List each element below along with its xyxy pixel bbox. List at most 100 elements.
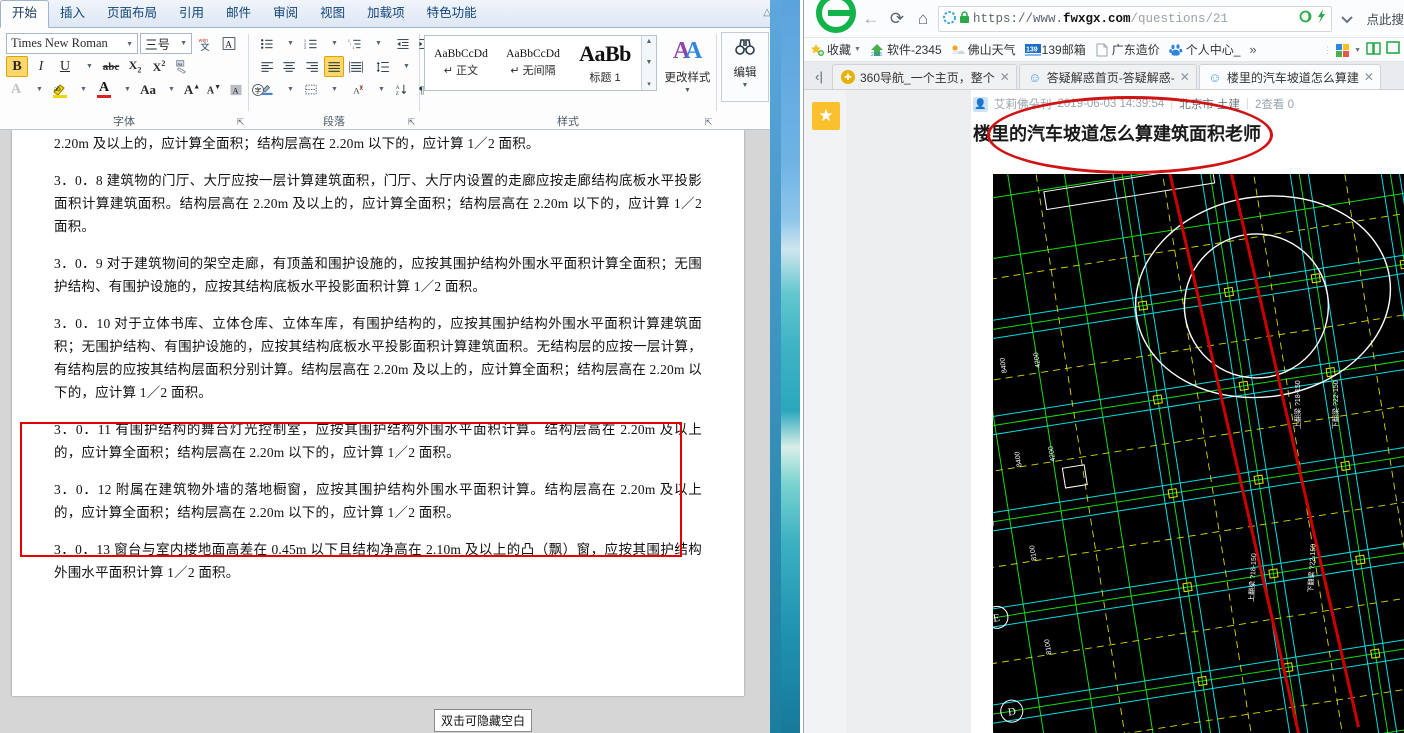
distribute-text-icon[interactable] xyxy=(346,56,366,77)
bullets-icon[interactable] xyxy=(257,33,277,54)
bookmark-favorites[interactable]: 收藏 ▼ xyxy=(810,41,861,58)
editing-button[interactable]: 编辑 ▼ xyxy=(721,32,769,102)
paragraph-dialog-launcher-icon[interactable]: ⇱ xyxy=(406,117,417,128)
tab-close-icon[interactable]: ✕ xyxy=(1000,70,1010,84)
numbering-dropdown-icon[interactable]: ▼ xyxy=(323,33,343,54)
style-item-normal[interactable]: AaBbCcDd ↵ 正文 xyxy=(425,36,497,90)
ribbon-tab-insert[interactable]: 插入 xyxy=(49,1,96,27)
address-bar[interactable]: https://www.fwxgx.com/questions/21 xyxy=(938,5,1333,32)
highlight-color-button[interactable]: ab xyxy=(50,79,70,100)
font-color-button[interactable]: A xyxy=(94,79,114,100)
multilevel-list-icon[interactable]: 1i1 xyxy=(345,33,365,54)
font-dialog-launcher-icon[interactable]: ⇱ xyxy=(235,117,246,128)
browser-tab-1[interactable]: ☺ 答疑解惑首页-答疑解惑- ✕ xyxy=(1018,64,1197,89)
address-dropdown-button[interactable] xyxy=(1334,9,1360,29)
search-hint-label[interactable]: 点此搜 xyxy=(1360,9,1404,28)
character-shading-button[interactable]: A xyxy=(226,79,246,100)
bookmark-personal-center[interactable]: 个人中心_ xyxy=(1168,41,1240,58)
bullets-dropdown-icon[interactable]: ▼ xyxy=(279,33,299,54)
tab-close-icon[interactable]: ✕ xyxy=(1180,70,1190,84)
bookmark-139-mail[interactable]: 139 139邮箱 xyxy=(1024,41,1086,58)
chevron-down-icon[interactable]: ▼ xyxy=(742,82,749,89)
underline-dropdown-icon[interactable]: ▼ xyxy=(78,56,98,77)
home-button[interactable]: ⌂ xyxy=(910,9,936,29)
translate-icon[interactable] xyxy=(1299,10,1312,28)
ribbon-tab-home[interactable]: 开始 xyxy=(0,0,50,28)
gallery-scroll-down-icon[interactable]: ▼ xyxy=(646,59,653,66)
numbering-icon[interactable]: 123 xyxy=(301,33,321,54)
line-spacing-icon[interactable] xyxy=(373,56,393,77)
question-author[interactable]: 艾莉佛朵利 xyxy=(994,96,1052,112)
document-area[interactable]: 2.20m 及以上的，应计算全面积；结构层高在 2.20m 以下的，应计算 1／… xyxy=(0,130,800,733)
tab-close-icon[interactable]: ✕ xyxy=(1364,70,1374,84)
shrink-font-button[interactable]: A▼ xyxy=(204,79,224,100)
apps-grid-icon[interactable] xyxy=(1336,43,1350,57)
change-case-dropdown-icon[interactable]: ▼ xyxy=(160,79,180,100)
change-case-button[interactable]: Aa xyxy=(138,79,158,100)
font-size-combo[interactable]: 三号 ▼ xyxy=(140,33,192,54)
refresh-button[interactable]: ⟳ xyxy=(884,9,910,29)
bold-button[interactable]: B xyxy=(6,56,28,77)
gallery-scroll-up-icon[interactable]: ▲ xyxy=(646,38,653,45)
ribbon-tab-features[interactable]: 特色功能 xyxy=(416,1,488,27)
bookmark-foshan-weather[interactable]: 佛山天气 xyxy=(951,41,1016,58)
styles-dialog-launcher-icon[interactable]: ⇱ xyxy=(703,117,714,128)
borders-icon[interactable] xyxy=(301,79,321,100)
bookmark-guangdong-cost[interactable]: 广东造价 xyxy=(1095,41,1160,58)
bookmark-software-2345[interactable]: 2345 软件-2345 xyxy=(870,41,942,58)
browser-tab-0[interactable]: ✚ 360导航_一个主页，整个 ✕ xyxy=(832,64,1017,89)
strikethrough-button[interactable]: abc xyxy=(100,56,122,77)
svg-text:A: A xyxy=(233,86,239,95)
subscript-button[interactable]: X2 xyxy=(124,56,146,77)
browser-tab-2[interactable]: ☺ 楼里的汽车坡道怎么算建 ✕ xyxy=(1198,64,1381,89)
align-right-icon[interactable] xyxy=(302,56,322,77)
shading-dropdown-icon[interactable]: ▼ xyxy=(279,79,299,100)
change-styles-button[interactable]: AA 更改样式 ▼ xyxy=(663,32,712,102)
sort-icon[interactable]: AZ xyxy=(392,79,412,100)
ribbon-tab-mailings[interactable]: 邮件 xyxy=(215,1,262,27)
char-scaling-icon[interactable]: A xyxy=(348,79,368,100)
security-shield-icon[interactable] xyxy=(943,10,956,27)
ribbon-tab-page-layout[interactable]: 页面布局 xyxy=(96,1,168,27)
speed-lightning-icon[interactable] xyxy=(1316,9,1327,28)
font-name-combo[interactable]: Times New Roman ▼ xyxy=(6,33,138,54)
ribbon-tab-review[interactable]: 审阅 xyxy=(262,1,309,27)
text-effects-dropdown-icon[interactable]: ▼ xyxy=(28,79,48,100)
clear-formatting-icon[interactable]: Aa xyxy=(172,56,194,77)
back-button[interactable]: ← xyxy=(858,9,884,29)
ribbon-tab-view[interactable]: 视图 xyxy=(309,1,356,27)
underline-button[interactable]: U xyxy=(54,56,76,77)
line-spacing-dropdown-icon[interactable]: ▼ xyxy=(395,56,415,77)
ribbon-tab-references[interactable]: 引用 xyxy=(168,1,215,27)
book-icon[interactable] xyxy=(1366,41,1381,60)
style-item-heading1[interactable]: AaBb 标题 1 xyxy=(569,36,641,90)
superscript-button[interactable]: X2 xyxy=(148,56,170,77)
char-scaling-dropdown-icon[interactable]: ▼ xyxy=(370,79,390,100)
align-left-icon[interactable] xyxy=(257,56,277,77)
highlight-dropdown-icon[interactable]: ▼ xyxy=(72,79,92,100)
favorites-star-icon[interactable]: ★ xyxy=(812,102,840,130)
tab-scroll-left-icon[interactable]: ‹| xyxy=(806,69,832,89)
bookmarks-overflow-button[interactable]: » xyxy=(1249,42,1256,57)
ribbon-tab-addins[interactable]: 加载项 xyxy=(356,1,416,27)
multilevel-dropdown-icon[interactable]: ▼ xyxy=(367,33,387,54)
chevron-down-icon[interactable]: ▼ xyxy=(854,46,861,53)
document-page[interactable]: 2.20m 及以上的，应计算全面积；结构层高在 2.20m 以下的，应计算 1／… xyxy=(12,130,744,696)
styles-gallery-scroll[interactable]: ▲ ▼ ▾ xyxy=(641,36,656,90)
gallery-more-icon[interactable]: ▾ xyxy=(647,80,651,88)
character-border-icon[interactable]: A xyxy=(218,33,240,54)
borders-dropdown-icon[interactable]: ▼ xyxy=(323,79,343,100)
shading-icon[interactable] xyxy=(257,79,277,100)
italic-button[interactable]: I xyxy=(30,56,52,77)
chevron-down-icon[interactable]: ▼ xyxy=(1354,47,1361,54)
style-item-no-spacing[interactable]: AaBbCcDd ↵ 无间隔 xyxy=(497,36,569,90)
align-justify-icon[interactable] xyxy=(323,56,345,77)
window-icon[interactable] xyxy=(1386,41,1400,59)
decrease-indent-icon[interactable] xyxy=(393,33,413,54)
grow-font-button[interactable]: A▲ xyxy=(182,79,202,100)
chevron-down-icon[interactable]: ▼ xyxy=(684,87,691,94)
phonetic-guide-icon[interactable]: wén 文 xyxy=(194,33,216,54)
drag-handle-icon[interactable]: ⋮ xyxy=(1323,45,1332,56)
font-color-dropdown-icon[interactable]: ▼ xyxy=(116,79,136,100)
align-center-icon[interactable] xyxy=(279,56,299,77)
